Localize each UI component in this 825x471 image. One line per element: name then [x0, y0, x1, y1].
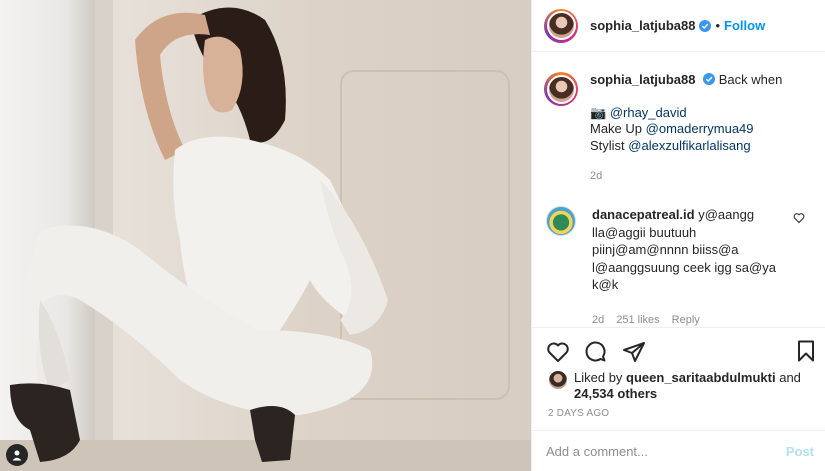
makeup-credit-link[interactable]: @omaderrymua49 — [646, 121, 754, 136]
post-header: sophia_latjuba88 • Follow — [532, 0, 825, 52]
liker-avatar[interactable] — [548, 370, 568, 390]
add-comment-bar: Post — [532, 430, 825, 471]
save-button[interactable] — [794, 339, 818, 366]
bookmark-icon — [798, 340, 814, 362]
like-button[interactable] — [546, 340, 570, 364]
verified-icon — [703, 73, 716, 85]
person-icon — [12, 450, 22, 461]
likes-summary: Liked by queen_saritaabdulmukti and 24,5… — [548, 370, 818, 402]
caption-timestamp[interactable]: 2d — [590, 168, 816, 185]
post-sidebar: sophia_latjuba88 • Follow sophia_latjuba… — [531, 0, 825, 471]
caption-text: Back when — [718, 72, 783, 87]
comment-like-heart-icon[interactable] — [793, 212, 805, 224]
comment-input[interactable] — [546, 443, 786, 459]
follow-button[interactable]: Follow — [724, 18, 765, 33]
heart-icon — [547, 342, 569, 362]
liker-username[interactable]: queen_saritaabdulmukti — [626, 370, 776, 385]
paper-plane-icon — [623, 341, 645, 362]
stylist-credit-link[interactable]: @alexzulfikarlalisang — [628, 138, 750, 153]
photo-subject — [10, 7, 388, 462]
comment-button[interactable] — [584, 340, 608, 364]
post-actions — [532, 327, 825, 375]
verified-icon — [699, 19, 712, 32]
comment-item: danacepatreal.id y@aangg lla@aggii buutu… — [546, 206, 816, 329]
likes-prefix: Liked by — [574, 370, 623, 385]
header-separator: • — [715, 18, 721, 33]
stylist-label: Stylist — [590, 137, 625, 153]
makeup-label: Make Up — [590, 121, 643, 136]
post-caption: sophia_latjuba88 Back when 📷 @rhay_david… — [544, 72, 816, 185]
photo-credit-link[interactable]: @rhay_david — [610, 105, 687, 120]
caption-author-avatar[interactable] — [544, 72, 578, 106]
post-comment-button[interactable]: Post — [786, 444, 814, 459]
likes-and: and — [779, 370, 801, 385]
post-timestamp[interactable]: 2 DAYS AGO — [548, 408, 609, 419]
caption-username[interactable]: sophia_latjuba88 — [590, 72, 695, 87]
commenter-avatar[interactable] — [546, 206, 576, 236]
camera-emoji: 📷 — [590, 104, 607, 120]
share-button[interactable] — [622, 340, 646, 364]
commenter-username[interactable]: danacepatreal.id — [592, 207, 695, 222]
tagged-user-icon[interactable] — [6, 444, 28, 466]
likes-others-link[interactable]: 24,534 others — [574, 386, 657, 401]
post-photo[interactable] — [0, 0, 531, 471]
author-username[interactable]: sophia_latjuba88 — [590, 18, 695, 33]
comment-bubble-icon — [585, 341, 606, 361]
author-avatar[interactable] — [544, 8, 578, 43]
